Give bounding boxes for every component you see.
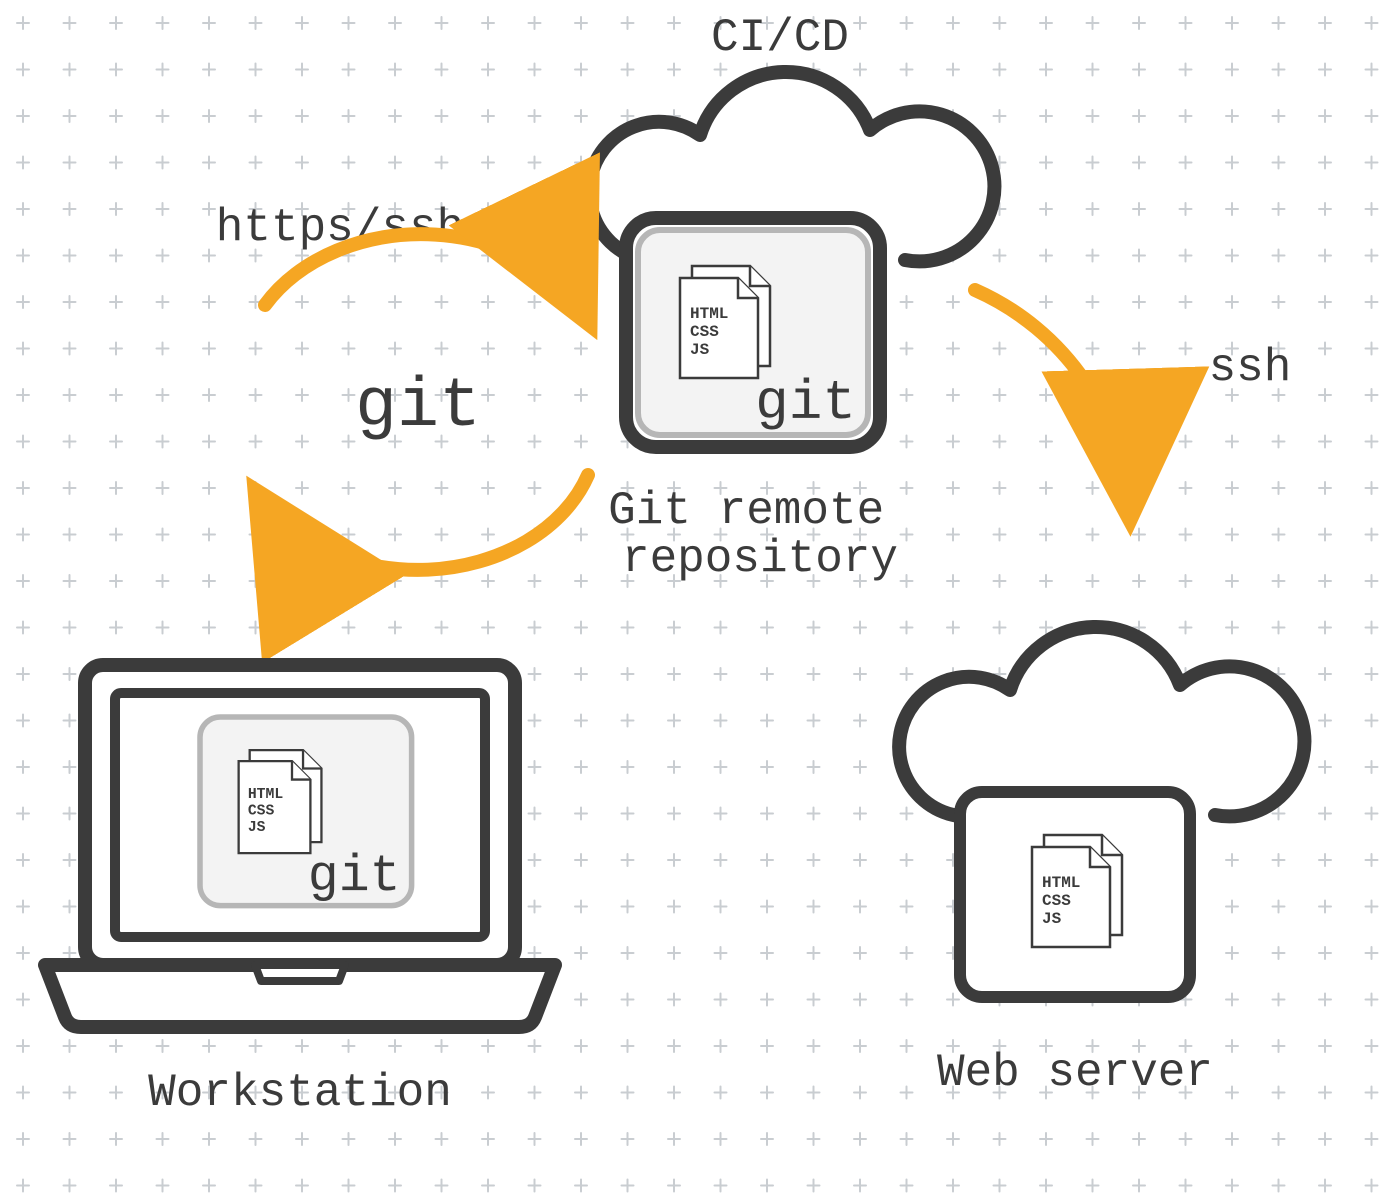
web-server-label: Web server: [937, 1047, 1213, 1099]
svg-text:Git remote repository: Git remote repository: [608, 485, 912, 585]
git-center-label: git: [355, 368, 481, 447]
cicd-label: CI/CD: [711, 12, 849, 64]
git-remote-node: [626, 218, 880, 447]
diagram-canvas: HTML CSS JS git: [0, 0, 1400, 1200]
web-server-node: [960, 792, 1190, 997]
git-remote-label: Git remote repository: [608, 485, 912, 585]
ssh-label: ssh: [1209, 342, 1292, 394]
workstation-label: Workstation: [148, 1067, 452, 1119]
workstation-node: [45, 665, 555, 1027]
